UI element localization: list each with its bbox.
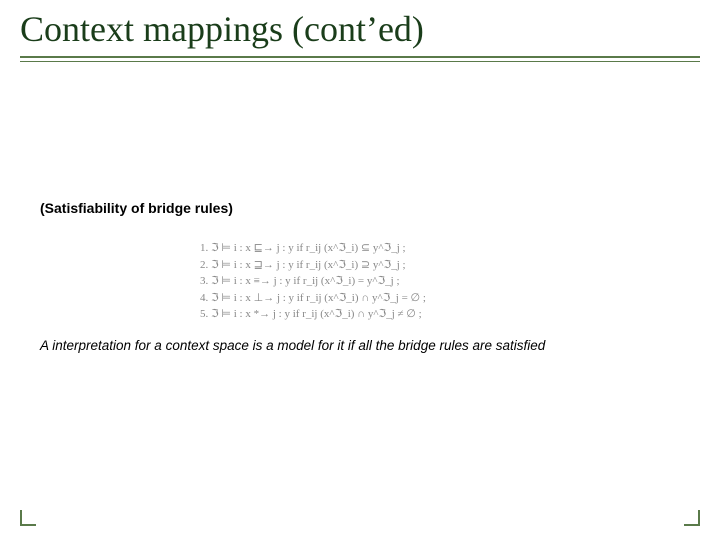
rule-2: 2. ℑ ⊨ i : x ⊒→ j : y if r_ij (x^ℑ_i) ⊇ …	[200, 257, 540, 274]
rule-5: 5. ℑ ⊨ i : x *→ j : y if r_ij (x^ℑ_i) ∩ …	[200, 306, 540, 323]
rules-block: 1. ℑ ⊨ i : x ⊑→ j : y if r_ij (x^ℑ_i) ⊆ …	[200, 240, 540, 323]
corner-decoration-right	[684, 510, 700, 526]
corner-decoration-left	[20, 510, 36, 526]
title-underline	[20, 56, 700, 62]
rule-4: 4. ℑ ⊨ i : x ⊥→ j : y if r_ij (x^ℑ_i) ∩ …	[200, 290, 540, 307]
slide-title: Context mappings (cont’ed)	[20, 8, 700, 54]
title-block: Context mappings (cont’ed)	[20, 8, 700, 62]
rule-1: 1. ℑ ⊨ i : x ⊑→ j : y if r_ij (x^ℑ_i) ⊆ …	[200, 240, 540, 257]
slide: Context mappings (cont’ed) (Satisfiabili…	[0, 0, 720, 540]
subheading: (Satisfiability of bridge rules)	[40, 200, 233, 216]
footnote: A interpretation for a context space is …	[40, 338, 545, 353]
rule-3: 3. ℑ ⊨ i : x ≡→ j : y if r_ij (x^ℑ_i) = …	[200, 273, 540, 290]
